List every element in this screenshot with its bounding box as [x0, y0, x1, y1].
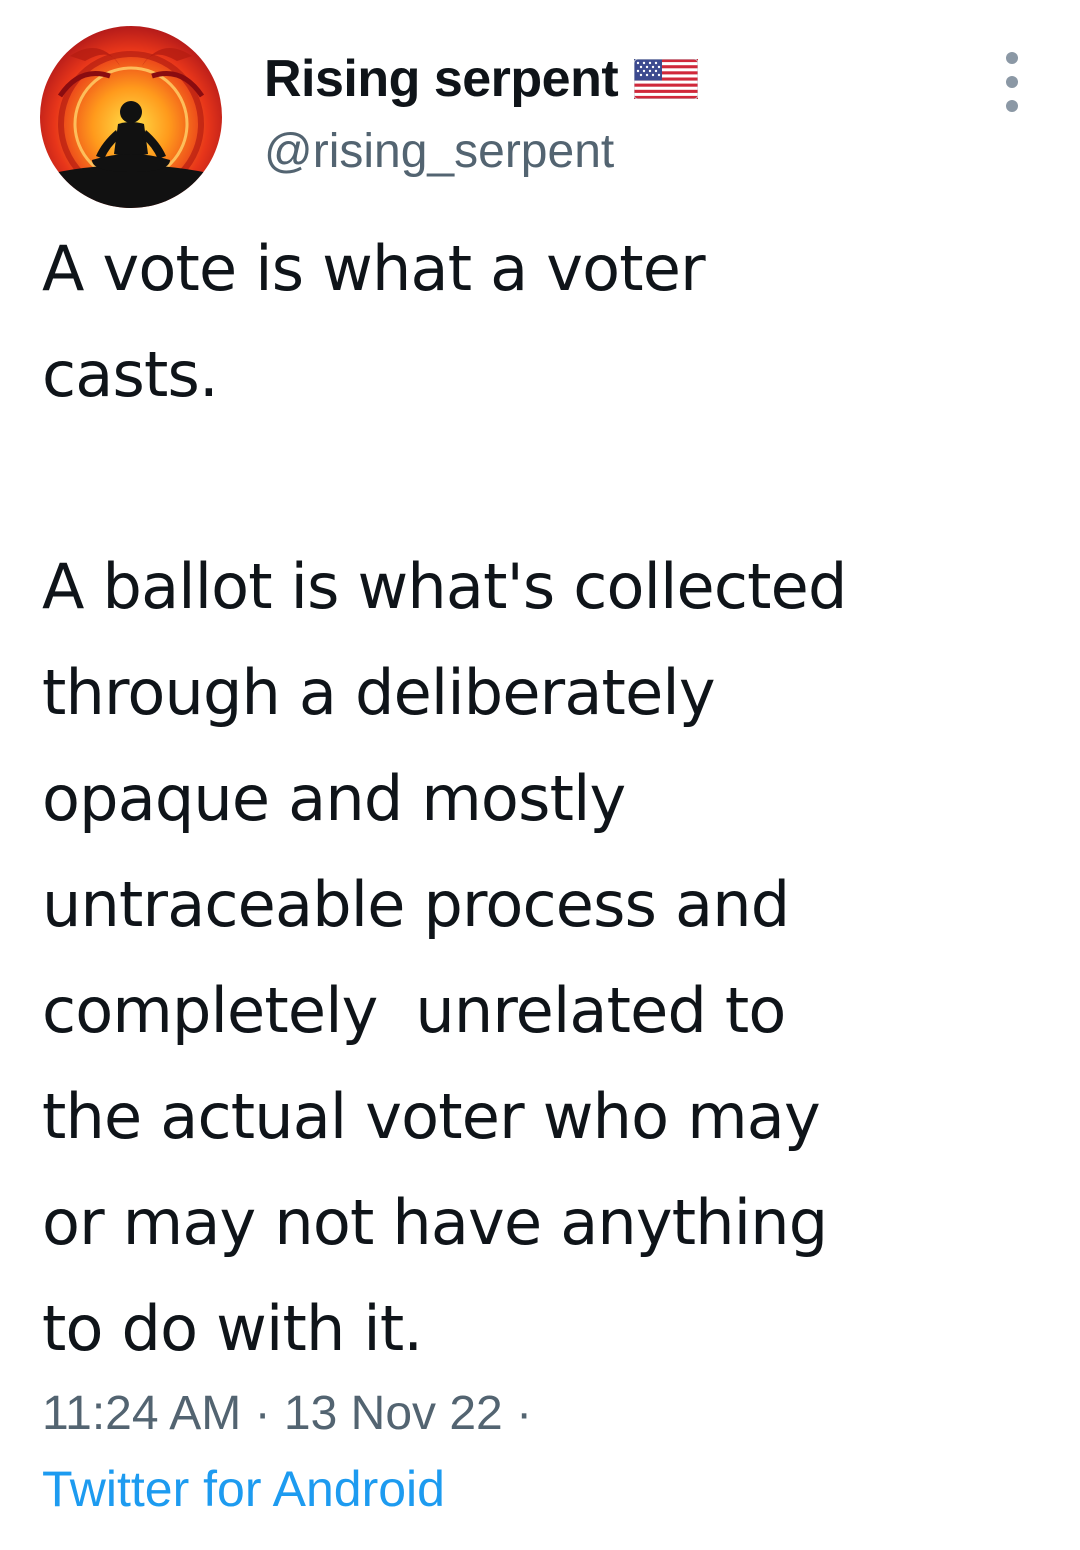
- more-vertical-icon-dot: [1006, 100, 1018, 112]
- more-options-button[interactable]: [994, 52, 1030, 112]
- more-vertical-icon-dot: [1006, 76, 1018, 88]
- more-vertical-icon: [1006, 52, 1018, 64]
- tweet-timestamp[interactable]: 11:24 AM · 13 Nov 22 ·: [42, 1386, 532, 1441]
- meditating-figure-avatar-icon: [40, 26, 222, 208]
- user-handle[interactable]: @rising_serpent: [264, 124, 614, 179]
- meta-separator: ·: [254, 1387, 271, 1440]
- avatar[interactable]: [40, 26, 222, 208]
- tweet-source-link[interactable]: Twitter for Android: [42, 1460, 445, 1518]
- tweet-card: Rising serpent @rising_serpent A vote is…: [0, 0, 1080, 1550]
- us-flag-icon: [634, 59, 699, 99]
- display-name[interactable]: Rising serpent: [264, 49, 619, 109]
- tweet-date[interactable]: 13 Nov 22: [284, 1387, 503, 1440]
- meta-separator: ·: [516, 1387, 533, 1440]
- author-name-row[interactable]: Rising serpent: [264, 44, 699, 114]
- tweet-time[interactable]: 11:24 AM: [42, 1387, 241, 1440]
- tweet-text: A vote is what a voter casts. A ballot i…: [42, 232, 847, 1365]
